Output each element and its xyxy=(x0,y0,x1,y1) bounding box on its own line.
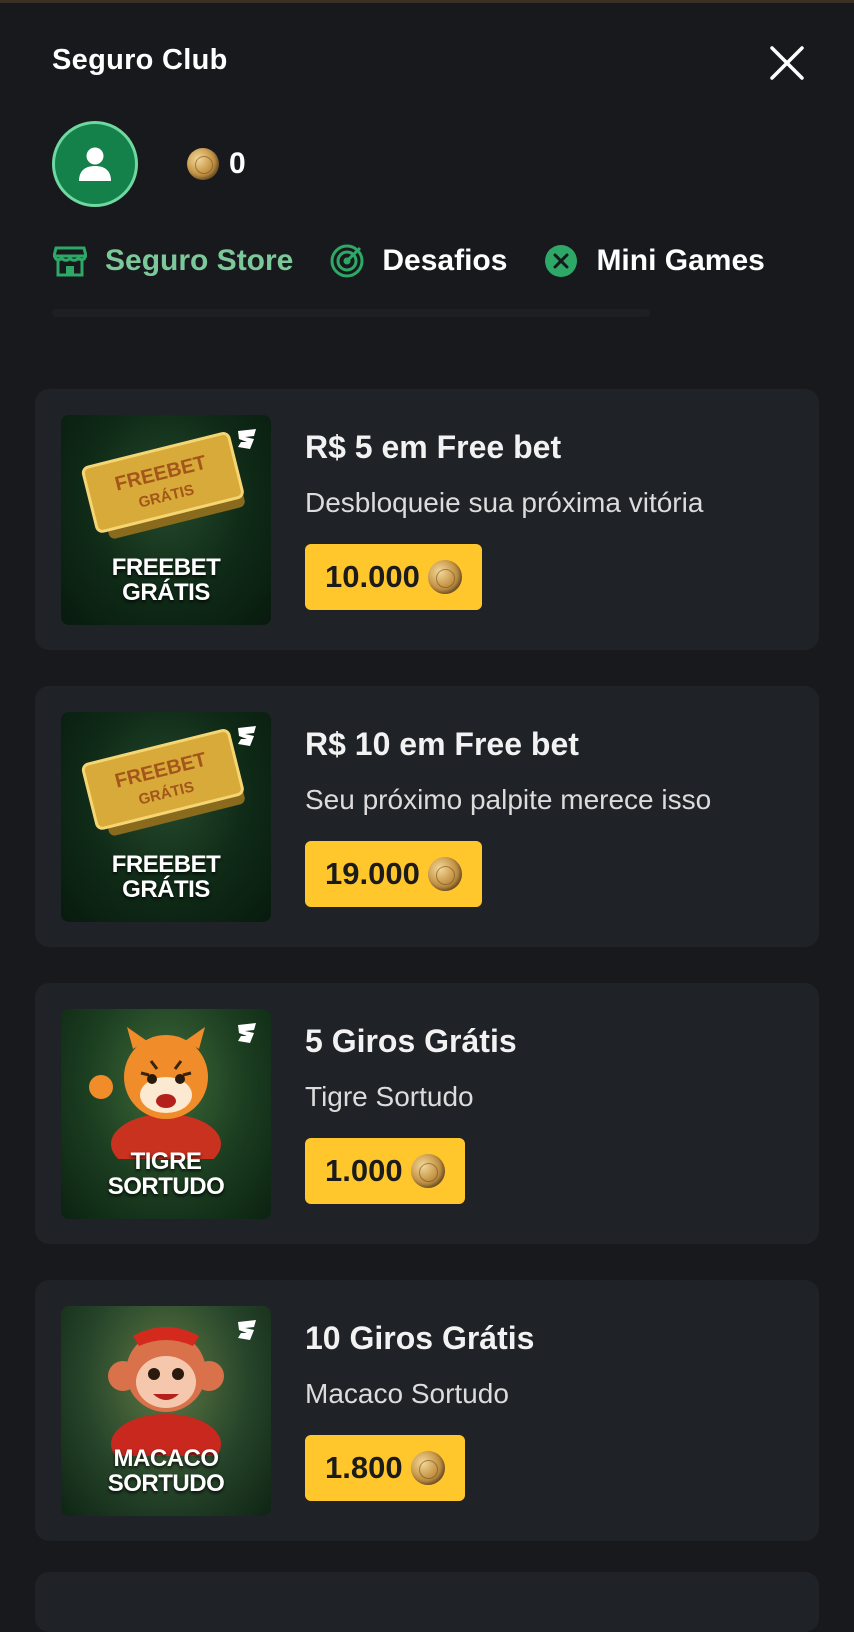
reward-card[interactable]: TIGRE SORTUDO 5 Giros Grátis Tigre Sortu… xyxy=(35,983,819,1244)
image-caption: FREEBET GRÁTIS xyxy=(111,851,221,903)
reward-image: MACACO SORTUDO xyxy=(61,1306,271,1516)
tab-label: Seguro Store xyxy=(105,244,294,277)
image-caption: TIGRE SORTUDO xyxy=(107,1148,225,1200)
price-value: 1.000 xyxy=(325,1153,403,1188)
brand-logo-icon xyxy=(238,429,256,449)
tab-desafios[interactable]: Desafios xyxy=(329,236,507,286)
reward-title: R$ 5 em Free bet xyxy=(305,429,562,465)
reward-card[interactable]: MACACO SORTUDO 10 Giros Grátis Macaco So… xyxy=(35,1280,819,1541)
reward-description: Desbloqueie sua próxima vitória xyxy=(305,487,704,518)
price-value: 1.800 xyxy=(325,1450,403,1485)
club-tabs: Seguro Store Desafios Mini Games xyxy=(52,236,804,286)
close-button[interactable] xyxy=(764,40,810,86)
image-caption: FREEBET GRÁTIS xyxy=(111,554,221,606)
reward-description: Seu próximo palpite merece isso xyxy=(305,784,712,815)
tab-label: Mini Games xyxy=(596,244,765,277)
coin-icon xyxy=(427,560,462,594)
brand-logo-icon xyxy=(238,1023,256,1043)
reward-image: FREEBET GRÁTIS FREEBET GRÁTIS xyxy=(61,415,271,625)
price-value: 10.000 xyxy=(325,559,420,594)
image-caption: MACACO SORTUDO xyxy=(107,1445,225,1497)
brand-logo-icon xyxy=(238,1320,256,1340)
reward-description: Tigre Sortudo xyxy=(305,1081,474,1112)
reward-title: R$ 10 em Free bet xyxy=(305,726,579,762)
coin-icon xyxy=(187,148,219,180)
reward-card[interactable]: FREEBET GRÁTIS FREEBET GRÁTIS R$ 5 em Fr… xyxy=(35,389,819,650)
redeem-price-button[interactable]: 1.000 xyxy=(305,1138,465,1204)
games-x-icon xyxy=(543,243,579,279)
reward-image: FREEBET GRÁTIS FREEBET GRÁTIS xyxy=(61,712,271,922)
redeem-price-button[interactable]: 19.000 xyxy=(305,841,482,907)
tab-label: Desafios xyxy=(382,244,508,277)
target-icon xyxy=(329,243,365,279)
coin-icon xyxy=(410,1154,445,1188)
reward-image: TIGRE SORTUDO xyxy=(61,1009,271,1219)
reward-title: 5 Giros Grátis xyxy=(305,1023,517,1059)
tabs-scrollbar[interactable] xyxy=(52,309,650,317)
reward-card-partial[interactable] xyxy=(35,1572,819,1632)
brand-logo-icon xyxy=(238,726,256,746)
avatar[interactable] xyxy=(52,121,138,207)
page-title: Seguro Club xyxy=(52,44,228,76)
tabs-fade xyxy=(770,236,804,286)
tab-seguro-store[interactable]: Seguro Store xyxy=(52,236,293,286)
redeem-price-button[interactable]: 1.800 xyxy=(305,1435,465,1501)
reward-title: 10 Giros Grátis xyxy=(305,1320,535,1356)
balance-value: 0 xyxy=(229,147,246,180)
reward-card[interactable]: FREEBET GRÁTIS FREEBET GRÁTIS R$ 10 em F… xyxy=(35,686,819,947)
reward-description: Macaco Sortudo xyxy=(305,1378,509,1409)
coin-icon xyxy=(410,1451,445,1485)
tab-mini-games[interactable]: Mini Games xyxy=(543,236,765,286)
redeem-price-button[interactable]: 10.000 xyxy=(305,544,482,610)
top-edge-line xyxy=(0,0,854,3)
coin-balance: 0 xyxy=(187,146,246,182)
store-icon xyxy=(52,243,88,279)
close-icon xyxy=(770,46,804,80)
price-value: 19.000 xyxy=(325,856,420,891)
coin-icon xyxy=(427,857,462,891)
user-icon xyxy=(79,147,111,181)
reward-list: FREEBET GRÁTIS FREEBET GRÁTIS R$ 5 em Fr… xyxy=(35,389,819,1577)
